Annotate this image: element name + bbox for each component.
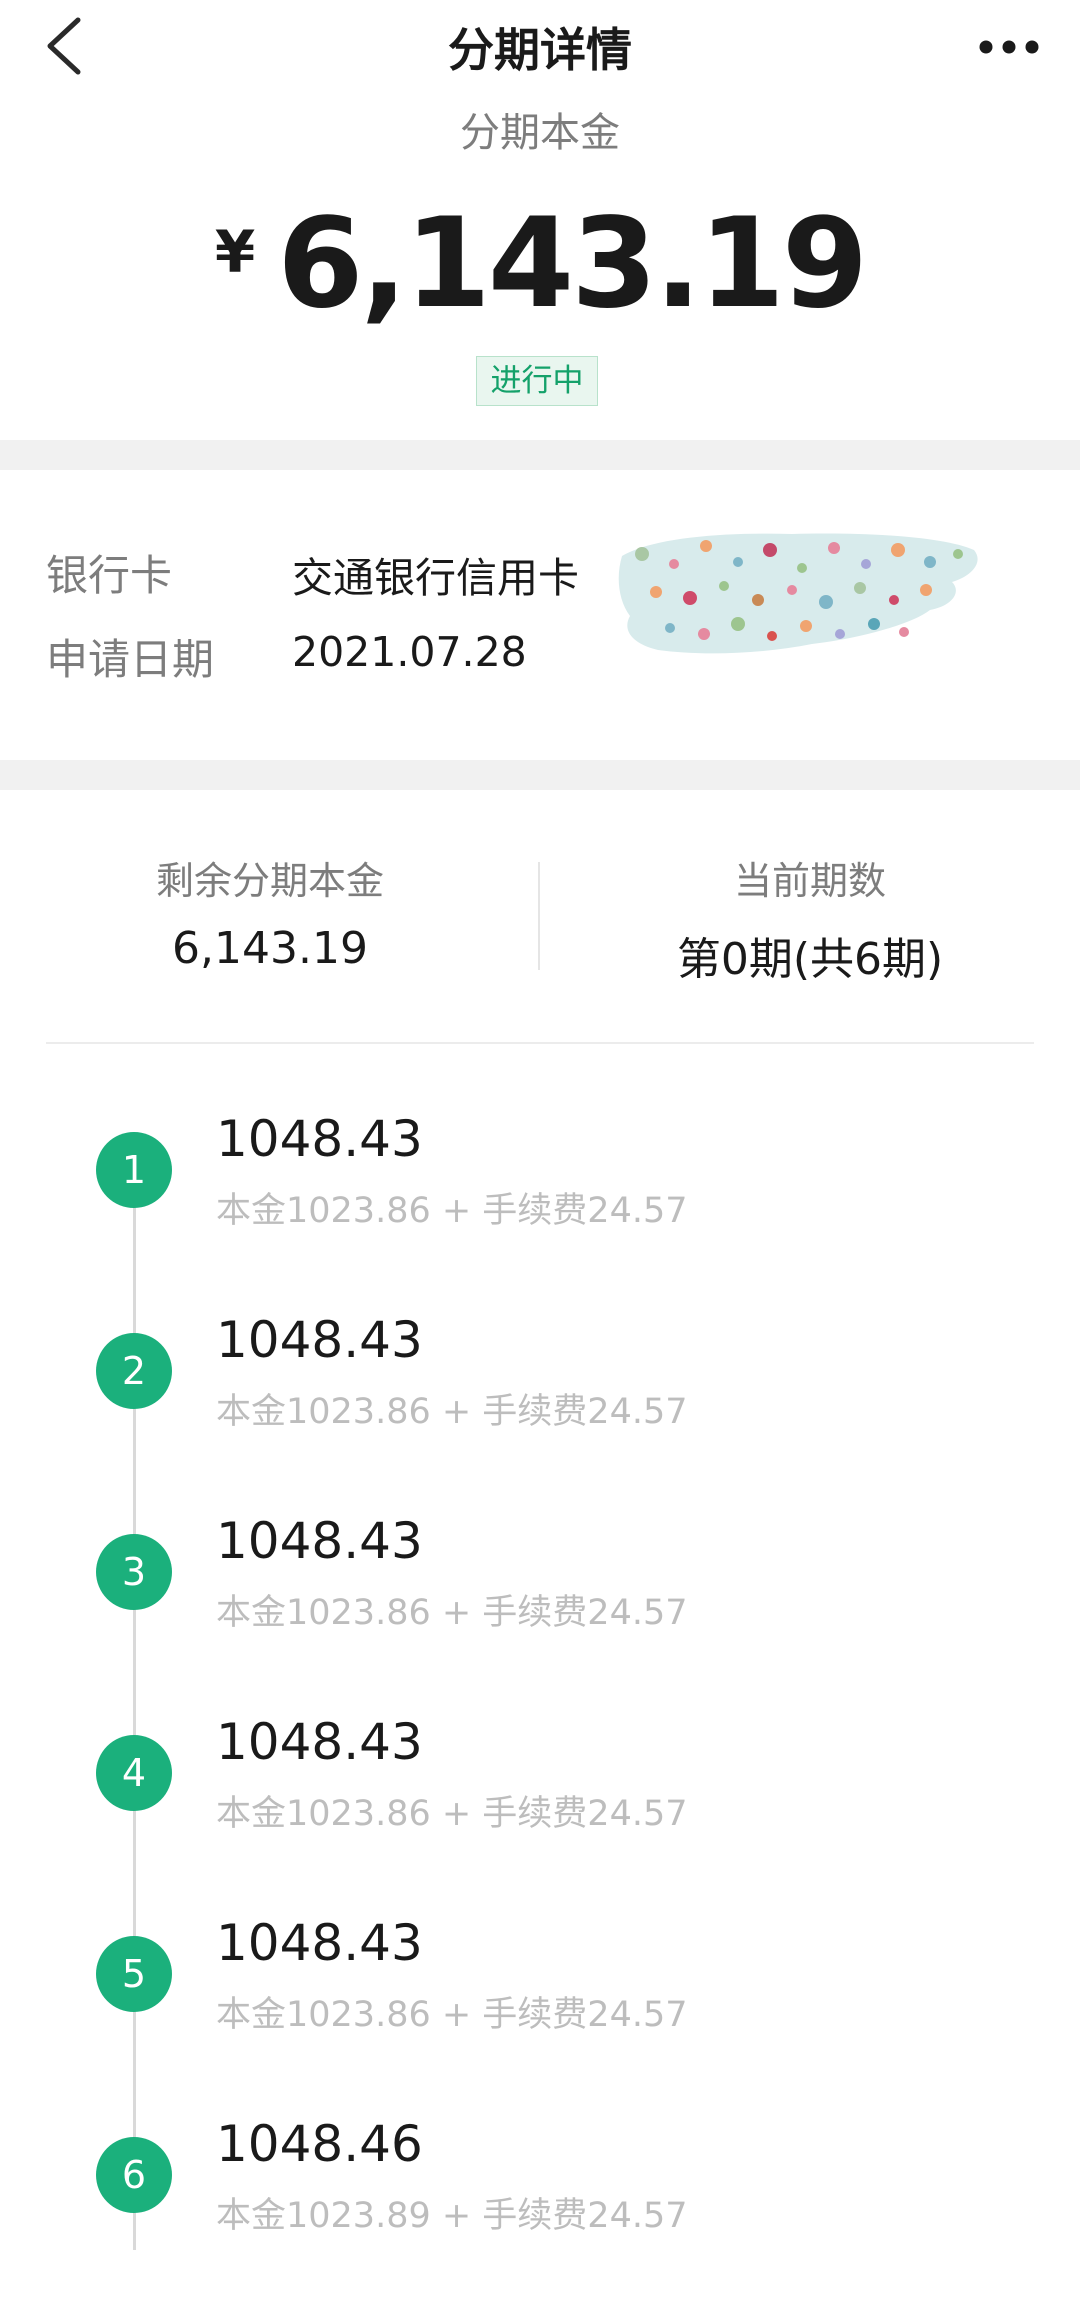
currency-symbol: ¥ xyxy=(214,218,256,286)
principal-label: 分期本金 xyxy=(460,110,620,156)
installment-stats: 剩余分期本金 6,143.19 当前期数 第0期(共6期) xyxy=(0,790,1080,1045)
period-breakdown: 本金1023.89 + 手续费24.57 xyxy=(216,2196,688,2236)
section-divider xyxy=(0,440,1080,470)
amount-row: ¥6,143.19 xyxy=(0,192,1080,336)
period-item: 6 1048.46 本金1023.89 + 手续费24.57 xyxy=(0,2115,1080,2315)
period-item: 3 1048.43 本金1023.86 + 手续费24.57 xyxy=(0,1512,1080,1712)
apply-date-label: 申请日期 xyxy=(46,635,215,684)
more-button[interactable] xyxy=(974,22,1044,72)
period-number-badge: 6 xyxy=(96,2137,172,2213)
remaining-principal-label: 剩余分期本金 xyxy=(155,859,384,903)
period-breakdown: 本金1023.86 + 手续费24.57 xyxy=(216,1392,688,1432)
period-number-badge: 5 xyxy=(96,1936,172,2012)
period-number-badge: 4 xyxy=(96,1735,172,1811)
period-breakdown: 本金1023.86 + 手续费24.57 xyxy=(216,1794,688,1834)
section-divider xyxy=(0,760,1080,790)
period-item: 2 1048.43 本金1023.86 + 手续费24.57 xyxy=(0,1311,1080,1511)
period-breakdown: 本金1023.86 + 手续费24.57 xyxy=(216,1593,688,1633)
bank-card-label: 银行卡 xyxy=(46,551,173,600)
period-item: 1 1048.43 本金1023.86 + 手续费24.57 xyxy=(0,1110,1080,1310)
current-period-value: 第0期(共6期) xyxy=(676,934,944,985)
more-horizontal-icon xyxy=(979,40,1039,54)
current-period-stat: 当前期数 第0期(共6期) xyxy=(540,850,1080,987)
period-amount: 1048.43 xyxy=(216,1713,423,1771)
apply-date-value: 2021.07.28 xyxy=(292,628,527,676)
period-breakdown: 本金1023.86 + 手续费24.57 xyxy=(216,1191,688,1231)
period-amount: 1048.46 xyxy=(216,2115,423,2173)
stats-bottom-divider xyxy=(46,1042,1034,1044)
top-bar: 分期详情 xyxy=(0,0,1080,100)
status-badge: 进行中 xyxy=(476,356,598,406)
period-number-badge: 1 xyxy=(96,1132,172,1208)
period-item: 5 1048.43 本金1023.86 + 手续费24.57 xyxy=(0,1914,1080,2114)
period-breakdown: 本金1023.86 + 手续费24.57 xyxy=(216,1995,688,2035)
remaining-principal-stat: 剩余分期本金 6,143.19 xyxy=(0,850,540,974)
installment-summary: 分期本金 ¥6,143.19 进行中 xyxy=(0,100,1080,440)
principal-amount: 6,143.19 xyxy=(277,192,868,336)
bank-card-value: 交通银行信用卡 xyxy=(292,554,579,602)
period-item: 4 1048.43 本金1023.86 + 手续费24.57 xyxy=(0,1713,1080,1913)
period-amount: 1048.43 xyxy=(216,1110,423,1168)
period-amount: 1048.43 xyxy=(216,1512,423,1570)
period-amount: 1048.43 xyxy=(216,1311,423,1369)
redaction-sticker xyxy=(612,528,984,660)
card-info-section: 银行卡 交通银行信用卡 申请日期 2021.07.28 xyxy=(0,470,1080,760)
period-number-badge: 3 xyxy=(96,1534,172,1610)
page-title: 分期详情 xyxy=(448,23,632,77)
repayment-schedule: 1 1048.43 本金1023.86 + 手续费24.57 2 1048.43… xyxy=(0,1110,1080,2250)
period-amount: 1048.43 xyxy=(216,1914,423,1972)
current-period-label: 当前期数 xyxy=(733,859,886,903)
remaining-principal-value: 6,143.19 xyxy=(172,923,368,974)
period-number-badge: 2 xyxy=(96,1333,172,1409)
